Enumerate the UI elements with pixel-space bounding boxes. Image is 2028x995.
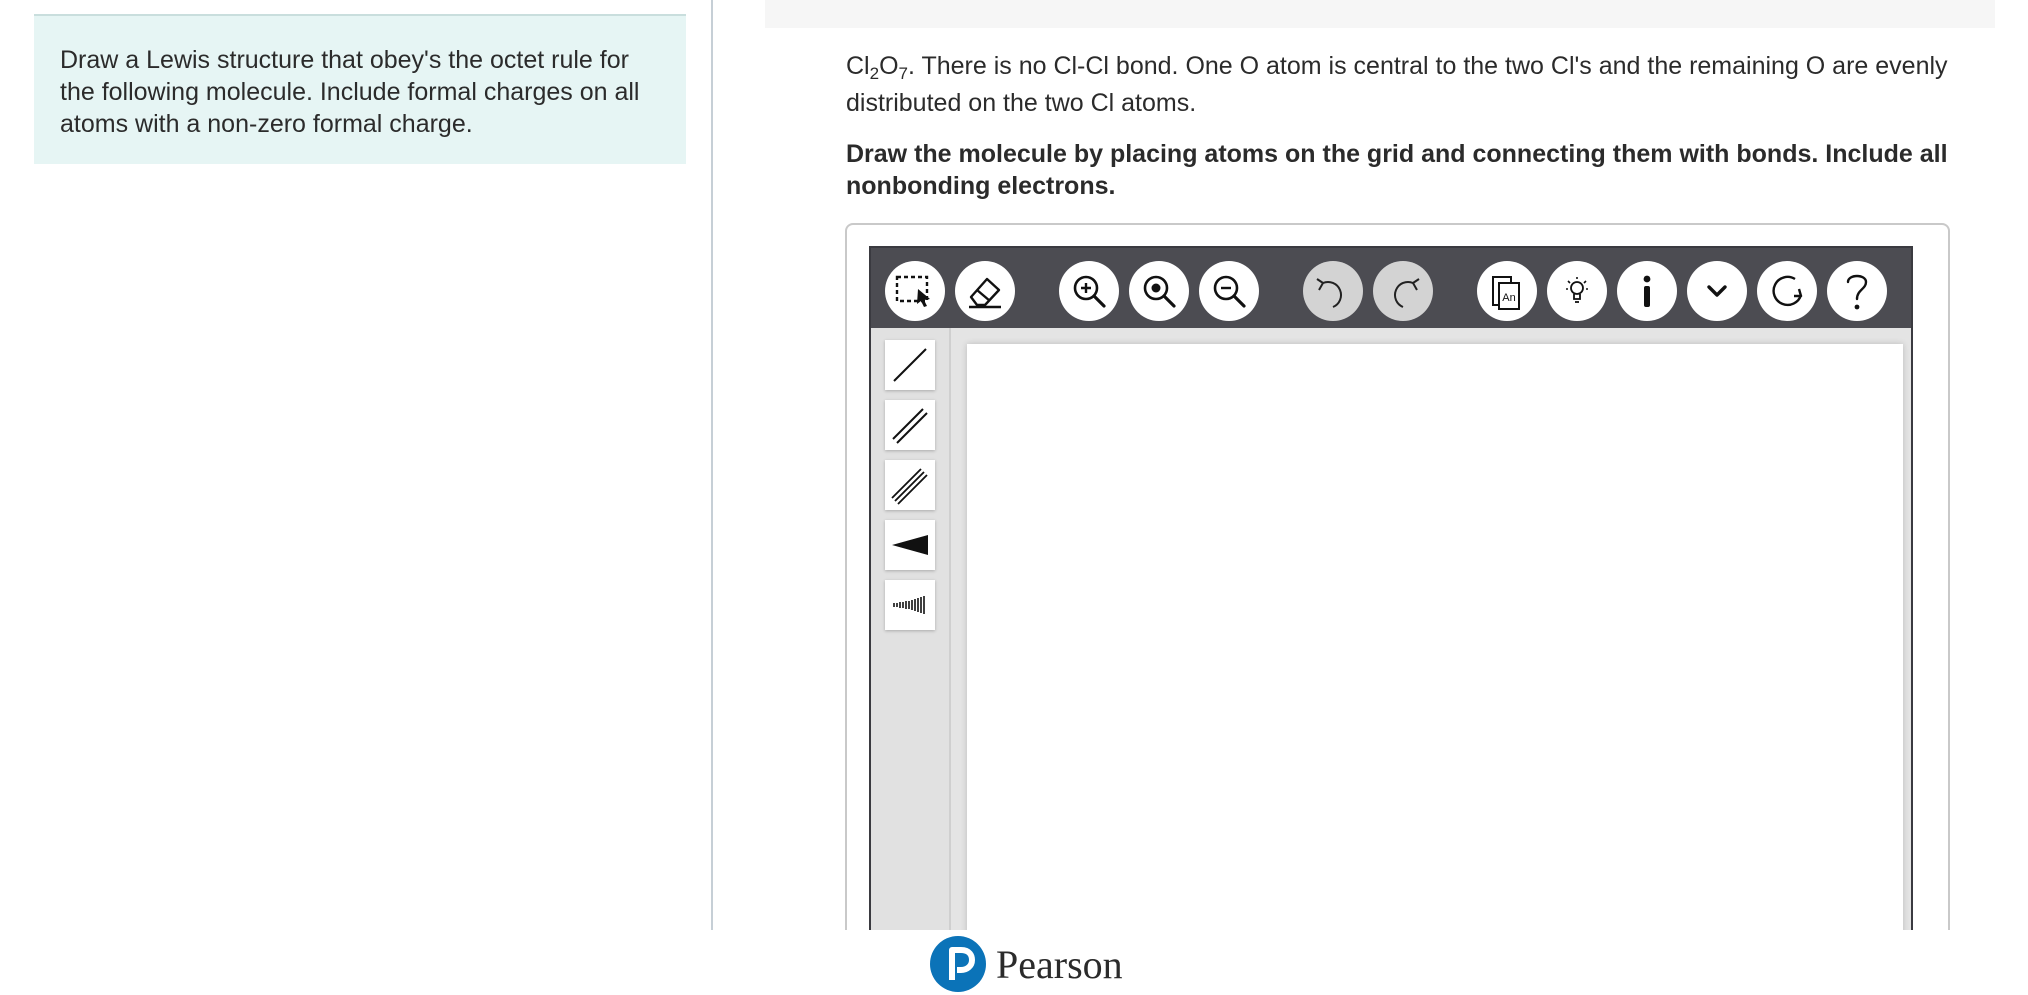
hash-bond-button[interactable]	[885, 580, 935, 630]
templates-button[interactable]: An	[1477, 261, 1537, 321]
wedge-bond-button[interactable]	[885, 520, 935, 570]
left-pane: Draw a Lewis structure that obey's the o…	[0, 0, 712, 930]
svg-text:An: An	[1502, 292, 1515, 304]
single-bond-icon	[893, 348, 927, 382]
triple-bond-button[interactable]	[885, 460, 935, 510]
zoom-in-button[interactable]	[1059, 261, 1119, 321]
wedge-bond-icon	[892, 535, 928, 555]
reset-icon	[1772, 275, 1803, 307]
drawing-canvas[interactable]	[967, 344, 1903, 948]
templates-icon: An	[1492, 276, 1520, 310]
top-strip	[765, 0, 1995, 28]
zoom-reset-icon	[1143, 275, 1176, 308]
question-text: Cl2O7. There is no Cl-Cl bond. One O ato…	[846, 52, 1948, 117]
info-icon	[1643, 275, 1651, 307]
double-bond-icon	[892, 408, 928, 444]
eraser-icon	[969, 277, 1001, 309]
hash-bond-icon	[893, 596, 925, 614]
double-bond-button[interactable]	[885, 400, 935, 450]
select-tool-button[interactable]	[885, 261, 945, 321]
chevron-down-icon	[1707, 285, 1727, 297]
pearson-logo-icon	[930, 936, 986, 992]
reset-button[interactable]	[1757, 261, 1817, 321]
directive-text: Draw the molecule by placing atoms on th…	[846, 140, 1948, 200]
pane-divider[interactable]	[711, 0, 713, 930]
redo-icon	[1394, 278, 1420, 308]
single-bond-button[interactable]	[885, 340, 935, 390]
editor-toolbar: An	[871, 248, 1911, 328]
redo-button[interactable]	[1373, 261, 1433, 321]
lightbulb-icon	[1566, 277, 1588, 303]
pearson-footer: Pearson	[930, 934, 1123, 994]
eraser-tool-button[interactable]	[955, 261, 1015, 321]
zoom-in-icon	[1073, 275, 1106, 308]
instructions-text: Draw a Lewis structure that obey's the o…	[60, 46, 640, 138]
pearson-brand-name: Pearson	[996, 941, 1123, 987]
zoom-out-button[interactable]	[1199, 261, 1259, 321]
hint-button[interactable]	[1547, 261, 1607, 321]
select-icon	[895, 275, 930, 307]
more-button[interactable]	[1687, 261, 1747, 321]
molecule-editor: An	[869, 246, 1913, 948]
bond-toolbar	[871, 328, 951, 948]
undo-icon	[1316, 278, 1342, 308]
zoom-out-icon	[1213, 275, 1246, 308]
help-button[interactable]	[1827, 261, 1887, 321]
question-icon	[1846, 274, 1868, 310]
instructions-box: Draw a Lewis structure that obey's the o…	[34, 14, 686, 164]
undo-button[interactable]	[1303, 261, 1363, 321]
info-button[interactable]	[1617, 261, 1677, 321]
triple-bond-icon	[891, 468, 928, 505]
zoom-reset-button[interactable]	[1129, 261, 1189, 321]
